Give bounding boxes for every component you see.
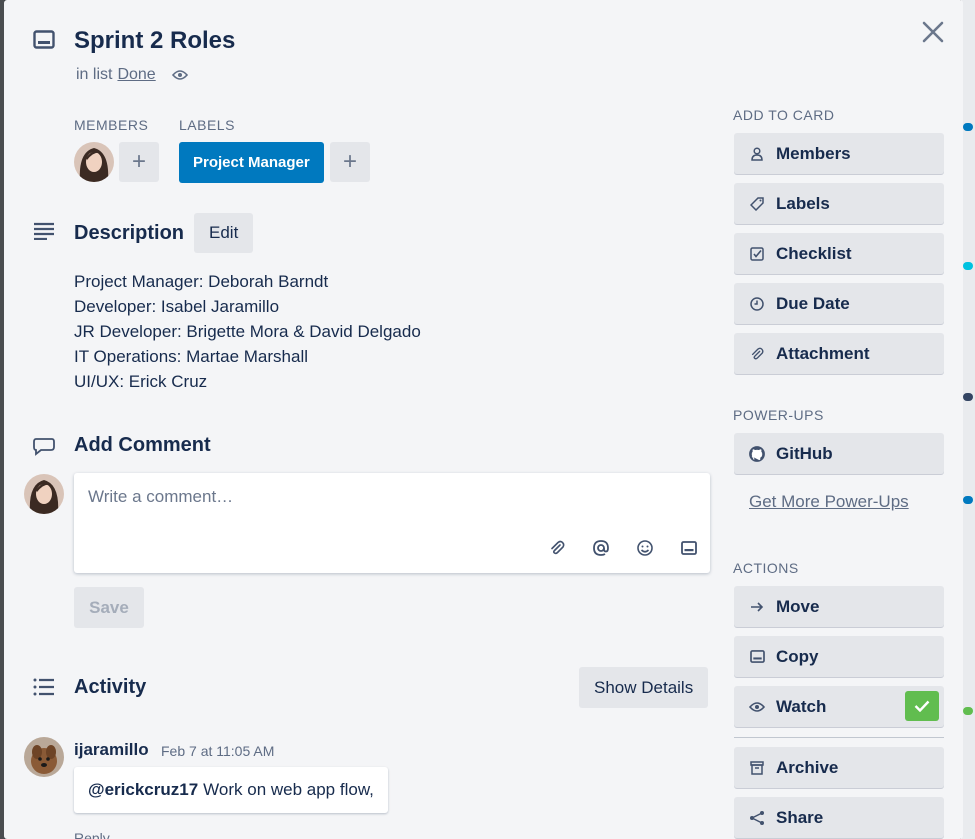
sidebar-due-date-button[interactable]: Due Date: [734, 283, 944, 324]
activity-timestamp[interactable]: Feb 7 at 11:05 AM: [161, 743, 274, 759]
board-card-label-bar: [963, 123, 973, 131]
archive-icon: [748, 759, 766, 777]
label-chip[interactable]: Project Manager: [179, 142, 324, 183]
avatar[interactable]: [74, 142, 114, 182]
get-more-power-ups-link[interactable]: Get More Power-Ups: [749, 492, 909, 512]
sidebar-button-label: Move: [776, 596, 820, 616]
tag-icon: [748, 195, 766, 213]
eye-icon: [748, 698, 766, 716]
avatar[interactable]: [24, 737, 64, 777]
board-background-right: [961, 0, 975, 839]
sidebar-move-button[interactable]: Move: [734, 586, 944, 627]
description-line: Project Manager: Deborah Barndt: [74, 272, 329, 291]
add-to-card-heading: ADD TO CARD: [733, 107, 835, 123]
description-body[interactable]: Project Manager: Deborah Barndt Develope…: [74, 269, 421, 394]
sidebar-button-label: GitHub: [776, 443, 833, 463]
list-link[interactable]: Done: [117, 66, 155, 84]
show-details-button[interactable]: Show Details: [579, 667, 709, 708]
description-icon: [33, 222, 55, 245]
card-icon: [748, 648, 766, 666]
sidebar-button-label: Members: [776, 143, 851, 163]
sidebar-button-label: Due Date: [776, 293, 850, 313]
eye-icon: [171, 69, 188, 81]
board-card-label-bar: [963, 262, 973, 270]
board-card-label-bar: [963, 496, 973, 504]
activity-comment: @erickcruz17 Work on web app flow,: [74, 767, 388, 813]
person-icon: [748, 145, 766, 163]
card-list-info: in list Done: [76, 66, 188, 84]
add-label-button[interactable]: +: [330, 142, 370, 182]
sidebar-members-button[interactable]: Members: [734, 133, 944, 174]
card-icon[interactable]: [678, 537, 700, 559]
comment-icon: [33, 436, 55, 461]
sidebar-button-label: Watch: [776, 696, 827, 716]
description-title: Description: [74, 222, 185, 244]
card-title[interactable]: Sprint 2 Roles: [74, 27, 235, 55]
sidebar-button-label: Archive: [776, 757, 839, 777]
board-card-label-bar: [963, 707, 973, 715]
sidebar-button-label: Share: [776, 807, 824, 827]
reply-link[interactable]: Reply: [74, 830, 110, 839]
edit-description-button[interactable]: Edit: [194, 213, 254, 253]
sidebar-button-label: Copy: [776, 646, 819, 666]
sidebar-github-button[interactable]: GitHub: [734, 433, 944, 474]
check-icon: [905, 691, 939, 721]
add-member-button[interactable]: +: [119, 142, 159, 182]
sidebar-button-label: Checklist: [776, 243, 852, 263]
comment-toolbar: [546, 537, 700, 559]
board-card-label-bar: [963, 393, 973, 401]
plus-icon: +: [342, 148, 357, 175]
checkbox-icon: [748, 245, 766, 263]
description-line: Developer: Isabel Jaramillo: [74, 297, 280, 316]
attachment-icon[interactable]: [546, 537, 568, 559]
arrow-right-icon: [748, 598, 766, 616]
description-line: UI/UX: Erick Cruz: [74, 372, 208, 391]
members-heading: MEMBERS: [74, 117, 149, 133]
card-icon: [33, 30, 55, 55]
in-list-prefix: in list: [76, 66, 113, 83]
save-comment-button[interactable]: Save: [74, 587, 144, 628]
sidebar-button-label: Labels: [776, 193, 830, 213]
plus-icon: +: [131, 148, 146, 175]
activity-icon: [33, 678, 55, 701]
paperclip-icon: [748, 345, 766, 363]
sidebar-share-button[interactable]: Share: [734, 797, 944, 838]
activity-comment-text: Work on web app flow,: [203, 780, 374, 799]
labels-heading: LABELS: [179, 117, 235, 133]
mention-icon[interactable]: [590, 537, 612, 559]
description-line: IT Operations: Martae Marshall: [74, 347, 308, 366]
share-icon: [748, 809, 766, 827]
avatar: [24, 474, 64, 514]
close-button[interactable]: [917, 16, 949, 48]
clock-icon: [748, 295, 766, 313]
power-ups-heading: POWER-UPS: [733, 407, 824, 423]
sidebar-button-label: Attachment: [776, 343, 870, 363]
mention[interactable]: @erickcruz17: [88, 780, 198, 800]
activity-title: Activity: [74, 676, 147, 698]
comment-placeholder: Write a comment…: [88, 487, 234, 506]
divider: [734, 737, 944, 738]
close-icon: [922, 21, 944, 43]
sidebar-copy-button[interactable]: Copy: [734, 636, 944, 677]
github-icon: [748, 445, 766, 463]
sidebar-labels-button[interactable]: Labels: [734, 183, 944, 224]
sidebar-watch-button[interactable]: Watch: [734, 686, 944, 727]
card-detail-modal: Sprint 2 Roles in list Done MEMBERS LABE…: [4, 0, 963, 839]
activity-username[interactable]: ijaramillo: [74, 740, 149, 760]
emoji-icon[interactable]: [634, 537, 656, 559]
actions-heading: ACTIONS: [733, 560, 799, 576]
comment-input[interactable]: Write a comment…: [74, 473, 710, 573]
sidebar-checklist-button[interactable]: Checklist: [734, 233, 944, 274]
description-line: JR Developer: Brigette Mora & David Delg…: [74, 322, 421, 341]
sidebar-attachment-button[interactable]: Attachment: [734, 333, 944, 374]
sidebar-archive-button[interactable]: Archive: [734, 747, 944, 788]
add-comment-title: Add Comment: [74, 434, 211, 456]
